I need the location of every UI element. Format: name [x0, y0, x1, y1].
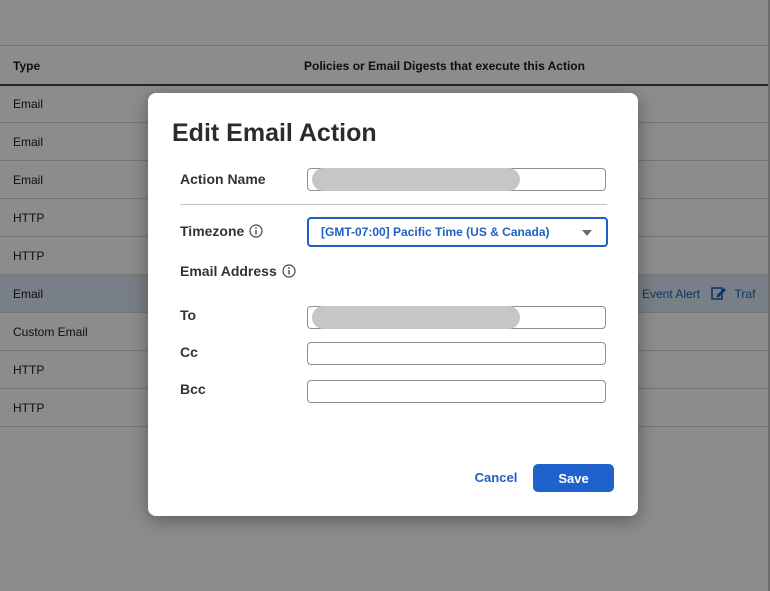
- cc-input[interactable]: [307, 342, 606, 365]
- email-address-label: Email Address: [180, 263, 277, 279]
- timezone-select[interactable]: [GMT-07:00] Pacific Time (US & Canada): [307, 217, 608, 247]
- email-address-label-group: Email Address: [180, 263, 296, 279]
- action-name-label: Action Name: [180, 171, 266, 187]
- save-button[interactable]: Save: [533, 464, 614, 492]
- info-icon[interactable]: [249, 224, 263, 238]
- redacted-value: [312, 306, 520, 329]
- info-icon[interactable]: [282, 264, 296, 278]
- timezone-selected-value: [GMT-07:00] Pacific Time (US & Canada): [321, 225, 550, 239]
- dialog-title: Edit Email Action: [172, 119, 377, 147]
- to-label: To: [180, 307, 197, 323]
- to-input[interactable]: [307, 306, 606, 329]
- timezone-label: Timezone: [180, 223, 245, 239]
- bcc-label: Bcc: [180, 381, 206, 397]
- timezone-label-group: Timezone: [180, 223, 263, 239]
- cc-label: Cc: [180, 344, 198, 360]
- section-divider: [180, 204, 607, 205]
- chevron-down-icon: [582, 230, 592, 236]
- redacted-value: [312, 168, 520, 191]
- bcc-input[interactable]: [307, 380, 606, 403]
- edit-email-action-dialog: Edit Email Action Action Name Timezone […: [148, 93, 638, 516]
- cancel-button[interactable]: Cancel: [466, 463, 526, 491]
- action-name-input[interactable]: [307, 168, 606, 191]
